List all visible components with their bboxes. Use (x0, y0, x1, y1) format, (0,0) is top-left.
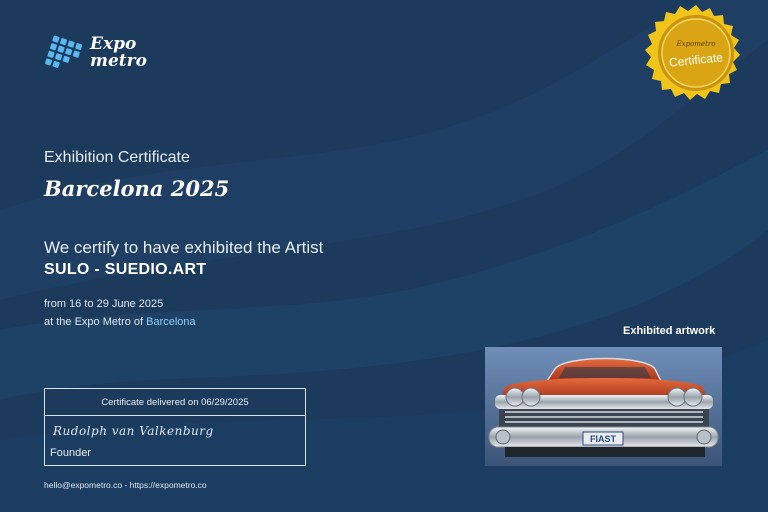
artwork-label: Exhibited artwork (623, 325, 716, 337)
exhibition-dates: from 16 to 29 June 2025 (44, 298, 164, 310)
venue-prefix: at the Expo Metro of (44, 316, 147, 328)
exhibition-venue: at the Expo Metro of Barcelona (44, 316, 196, 328)
certificate-title: Exhibition Certificate (44, 149, 190, 166)
logo-line-2: metro (90, 51, 147, 71)
logo-wordmark: Expo metro (90, 36, 147, 70)
gold-seal-icon: Expometro Certificate (645, 5, 740, 100)
certificate-city-title: Barcelona 2025 (44, 176, 230, 201)
grid-logo-icon (45, 35, 82, 68)
artist-name: SULO - SUEDIO.ART (44, 261, 207, 278)
expo-metro-logo: Expo metro (44, 34, 147, 72)
venue-city: Barcelona (146, 316, 196, 328)
delivery-date: Certificate delivered on 06/29/2025 (45, 389, 305, 416)
delivery-box: Certificate delivered on 06/29/2025 Rudo… (44, 388, 306, 466)
artwork-image: FIAST (485, 347, 722, 466)
founder-signature: Rudolph van Valkenburg (53, 424, 214, 438)
certification-statement: We certify to have exhibited the Artist (44, 238, 324, 257)
certificate-page: Expo metro Expometro Certificate Exhibit… (0, 0, 768, 512)
founder-role: Founder (50, 447, 91, 459)
license-plate-text: FIAST (590, 434, 617, 444)
footer-contact: hello@expometro.co - https://expometro.c… (44, 480, 207, 490)
seal-top-text: Expometro (676, 40, 716, 48)
